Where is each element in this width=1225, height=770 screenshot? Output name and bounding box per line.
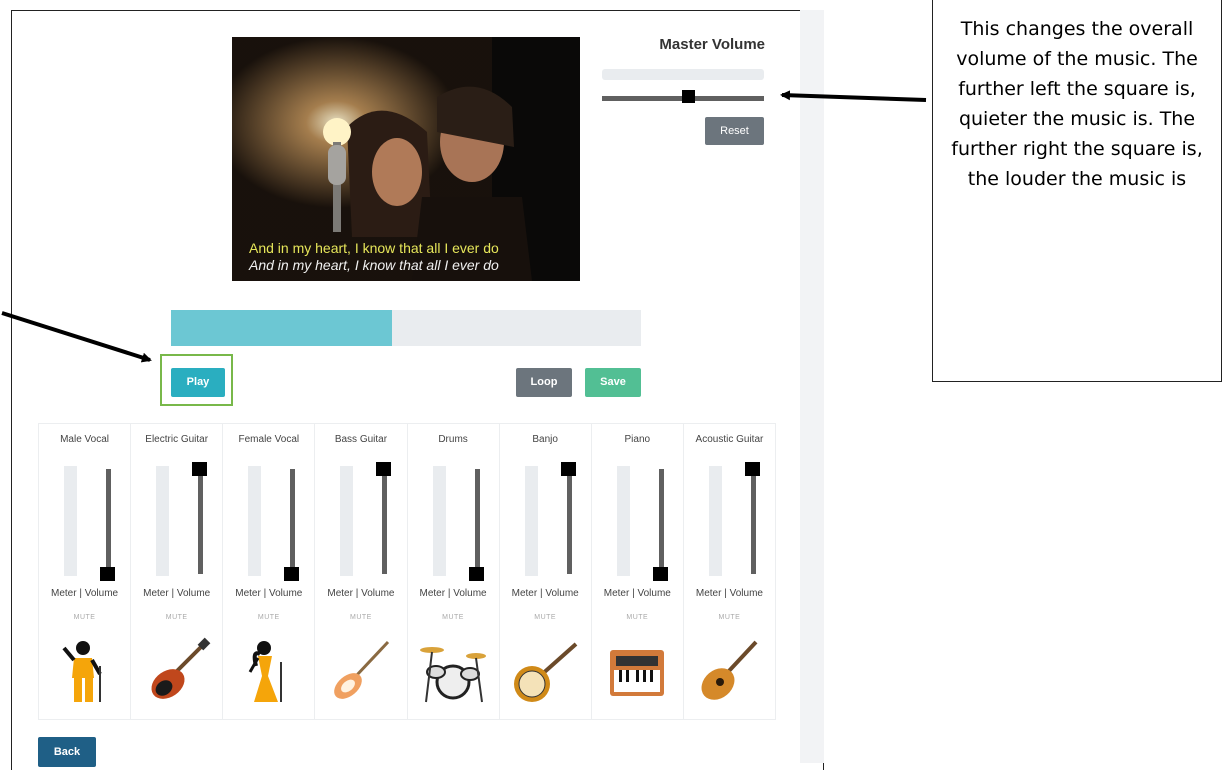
meter-volume-label: Meter | Volume xyxy=(327,588,395,599)
acoustic-guitar-icon xyxy=(694,636,764,706)
drum-kit-icon xyxy=(418,636,488,706)
scrollbar[interactable] xyxy=(800,10,824,763)
play-button[interactable]: Play xyxy=(171,368,225,397)
mute-button[interactable]: MUTE xyxy=(39,614,130,621)
banjo-icon xyxy=(510,636,580,706)
electric-guitar-icon xyxy=(142,636,212,706)
channel-name: Drums xyxy=(438,434,468,445)
channel-name: Acoustic Guitar xyxy=(695,434,764,445)
progress-bar[interactable] xyxy=(171,310,641,346)
mute-button[interactable]: MUTE xyxy=(315,614,406,621)
meter-volume-label: Meter | Volume xyxy=(695,588,763,599)
volume-slider-thumb[interactable] xyxy=(560,462,576,476)
level-meter xyxy=(616,466,630,576)
volume-slider-track[interactable] xyxy=(106,469,111,574)
master-volume-meter xyxy=(602,69,764,80)
male-singer-icon xyxy=(50,636,120,706)
mute-button[interactable]: MUTE xyxy=(684,614,775,621)
level-meter xyxy=(524,466,538,576)
volume-slider-thumb[interactable] xyxy=(284,567,300,581)
volume-slider-thumb[interactable] xyxy=(652,567,668,581)
volume-slider-track[interactable] xyxy=(474,469,480,574)
channel-strip: Bass Guitar Meter | Volume MUTE xyxy=(315,424,408,719)
channel-strip: Female Vocal Meter | Volume MUTE xyxy=(223,424,316,719)
volume-slider-thumb[interactable] xyxy=(468,567,484,581)
loop-button[interactable]: Loop xyxy=(516,368,572,397)
mute-button[interactable]: MUTE xyxy=(592,614,683,621)
channel-name: Male Vocal xyxy=(60,434,110,445)
meter-volume-label: Meter | Volume xyxy=(143,588,211,599)
level-meter xyxy=(708,466,722,576)
volume-slider-track[interactable] xyxy=(198,469,204,574)
mixer-panel: Male Vocal Meter | Volume MUTE Electric Gui… xyxy=(38,423,776,720)
subtitle-line-2: And in my heart, I know that all I ever … xyxy=(249,257,499,273)
master-volume-title: Master Volume xyxy=(659,36,765,53)
volume-slider-track[interactable] xyxy=(566,469,572,574)
callout-box: This changes the overall volume of the m… xyxy=(932,0,1222,382)
level-meter xyxy=(156,466,170,576)
meter-volume-label: Meter | Volume xyxy=(511,588,579,599)
progress-fill xyxy=(171,310,392,346)
mute-button[interactable]: MUTE xyxy=(223,614,314,621)
volume-slider-thumb[interactable] xyxy=(744,462,760,476)
female-singer-icon xyxy=(234,636,304,706)
master-volume-thumb[interactable] xyxy=(681,90,695,103)
level-meter xyxy=(248,466,262,576)
channel-name: Banjo xyxy=(532,434,558,445)
channel-strip: Piano Meter | Volume MUTE xyxy=(592,424,684,719)
channel-name: Piano xyxy=(624,434,651,445)
mute-button[interactable]: MUTE xyxy=(500,614,591,621)
callout-text: This changes the overall volume of the m… xyxy=(951,18,1203,190)
channel-strip: Acoustic Guitar Meter | Volume MUTE xyxy=(684,424,775,719)
channel-strip: Electric Guitar Meter | Volume MUTE xyxy=(131,424,224,719)
channel-strip: Male Vocal Meter | Volume MUTE xyxy=(39,424,132,719)
volume-slider-thumb[interactable] xyxy=(376,462,392,476)
bass-guitar-icon xyxy=(326,636,396,706)
meter-volume-label: Meter | Volume xyxy=(419,588,487,599)
keyboard-icon xyxy=(602,636,672,706)
mute-button[interactable]: MUTE xyxy=(131,614,222,621)
meter-volume-label: Meter | Volume xyxy=(51,588,119,599)
volume-slider-thumb[interactable] xyxy=(192,462,208,476)
channel-strip: Banjo Meter | Volume MUTE xyxy=(500,424,592,719)
volume-slider-track[interactable] xyxy=(658,469,664,574)
level-meter xyxy=(64,466,77,576)
level-meter xyxy=(340,466,354,576)
mute-button[interactable]: MUTE xyxy=(408,614,499,621)
master-volume-slider[interactable] xyxy=(602,90,764,103)
save-button[interactable]: Save xyxy=(585,368,641,397)
volume-slider-track[interactable] xyxy=(382,469,388,574)
channel-strip: Drums Meter | Volume MUTE xyxy=(408,424,500,719)
meter-volume-label: Meter | Volume xyxy=(235,588,303,599)
reset-button[interactable]: Reset xyxy=(705,117,764,145)
volume-slider-track[interactable] xyxy=(290,469,296,574)
channel-name: Female Vocal xyxy=(238,434,300,445)
volume-slider-thumb[interactable] xyxy=(100,567,115,581)
subtitle-line-1: And in my heart, I know that all I ever … xyxy=(249,240,499,256)
level-meter xyxy=(432,466,446,576)
channel-name: Electric Guitar xyxy=(145,434,209,445)
meter-volume-label: Meter | Volume xyxy=(603,588,671,599)
video-player[interactable]: And in my heart, I know that all I ever … xyxy=(232,37,580,281)
volume-slider-track[interactable] xyxy=(750,469,756,574)
channel-name: Bass Guitar xyxy=(334,434,388,445)
